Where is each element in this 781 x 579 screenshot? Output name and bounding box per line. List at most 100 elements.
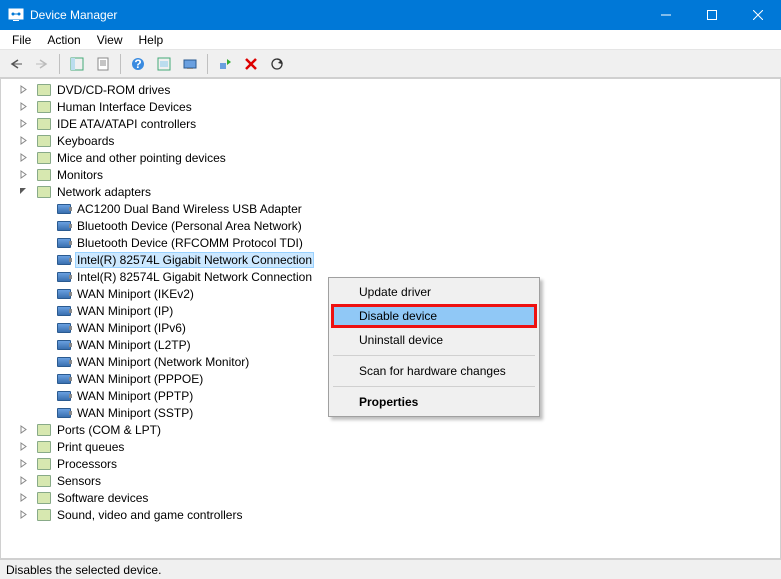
show-hide-console-tree-button[interactable] (65, 52, 89, 76)
properties-button[interactable] (91, 52, 115, 76)
tree-device[interactable]: AC1200 Dual Band Wireless USB Adapter (7, 200, 780, 217)
expand-icon[interactable] (19, 493, 33, 502)
tree-item-label: Intel(R) 82574L Gigabit Network Connecti… (75, 270, 314, 284)
menu-action[interactable]: Action (39, 31, 88, 49)
tree-category[interactable]: Keyboards (7, 132, 780, 149)
tree-item-label: Software devices (55, 491, 150, 505)
tree-device[interactable]: Intel(R) 82574L Gigabit Network Connecti… (7, 251, 780, 268)
tree-category[interactable]: Software devices (7, 489, 780, 506)
network-adapter-icon (56, 337, 72, 353)
enable-device-button[interactable] (213, 52, 237, 76)
context-menu-item[interactable]: Properties (331, 390, 537, 414)
scan-hardware-button[interactable] (265, 52, 289, 76)
back-button[interactable] (4, 52, 28, 76)
tree-category[interactable]: Ports (COM & LPT) (7, 421, 780, 438)
tree-category[interactable]: IDE ATA/ATAPI controllers (7, 115, 780, 132)
expand-icon[interactable] (19, 459, 33, 468)
network-adapter-icon (56, 371, 72, 387)
network-adapter-icon (56, 286, 72, 302)
context-menu: Update driverDisable deviceUninstall dev… (328, 277, 540, 417)
tree-item-label: Processors (55, 457, 119, 471)
menubar: File Action View Help (0, 30, 781, 50)
expand-icon[interactable] (19, 102, 33, 111)
tree-category[interactable]: Processors (7, 455, 780, 472)
tree-item-label: WAN Miniport (IP) (75, 304, 175, 318)
category-icon (36, 456, 52, 472)
svg-text:?: ? (134, 57, 141, 71)
category-icon (36, 184, 52, 200)
tree-item-label: Keyboards (55, 134, 116, 148)
network-adapter-icon (56, 218, 72, 234)
tree-item-label: WAN Miniport (Network Monitor) (75, 355, 251, 369)
menu-help[interactable]: Help (131, 31, 172, 49)
expand-icon[interactable] (19, 119, 33, 128)
expand-icon[interactable] (19, 425, 33, 434)
maximize-button[interactable] (689, 0, 735, 30)
expand-icon[interactable] (19, 476, 33, 485)
expand-icon[interactable] (19, 442, 33, 451)
tree-category[interactable]: Monitors (7, 166, 780, 183)
toolbar-separator (59, 54, 60, 74)
tree-item-label: Sound, video and game controllers (55, 508, 244, 522)
context-menu-item[interactable]: Disable device (331, 304, 537, 328)
minimize-button[interactable] (643, 0, 689, 30)
expand-icon[interactable] (19, 170, 33, 179)
tree-item-label: WAN Miniport (PPPOE) (75, 372, 205, 386)
network-adapter-icon (56, 320, 72, 336)
menu-separator (333, 386, 535, 387)
tree-category[interactable]: Sensors (7, 472, 780, 489)
tree-item-label: DVD/CD-ROM drives (55, 83, 172, 97)
status-text: Disables the selected device. (6, 563, 161, 577)
network-adapter-icon (56, 354, 72, 370)
tree-category[interactable]: Print queues (7, 438, 780, 455)
tree-category[interactable]: Human Interface Devices (7, 98, 780, 115)
context-menu-item[interactable]: Update driver (331, 280, 537, 304)
update-driver-button[interactable] (178, 52, 202, 76)
uninstall-device-button[interactable] (239, 52, 263, 76)
tree-category[interactable]: Sound, video and game controllers (7, 506, 780, 523)
category-icon (36, 507, 52, 523)
collapse-icon[interactable] (19, 187, 33, 196)
network-adapter-icon (56, 388, 72, 404)
category-icon (36, 422, 52, 438)
category-icon (36, 82, 52, 98)
network-adapter-icon (56, 252, 72, 268)
tree-item-label: Sensors (55, 474, 103, 488)
tree-item-label: WAN Miniport (IKEv2) (75, 287, 196, 301)
tree-category[interactable]: Network adapters (7, 183, 780, 200)
tree-device[interactable]: Bluetooth Device (RFCOMM Protocol TDI) (7, 234, 780, 251)
tree-category[interactable]: Mice and other pointing devices (7, 149, 780, 166)
network-adapter-icon (56, 201, 72, 217)
menu-separator (333, 355, 535, 356)
expand-icon[interactable] (19, 136, 33, 145)
menu-file[interactable]: File (4, 31, 39, 49)
statusbar: Disables the selected device. (0, 559, 781, 579)
category-icon (36, 439, 52, 455)
toolbar: ? (0, 50, 781, 78)
tree-item-label: Human Interface Devices (55, 100, 194, 114)
help-button[interactable]: ? (126, 52, 150, 76)
tree-item-label: WAN Miniport (SSTP) (75, 406, 195, 420)
tree-item-label: Bluetooth Device (RFCOMM Protocol TDI) (75, 236, 305, 250)
toolbar-separator (120, 54, 121, 74)
close-button[interactable] (735, 0, 781, 30)
show-hidden-button[interactable] (152, 52, 176, 76)
context-menu-item[interactable]: Uninstall device (331, 328, 537, 352)
category-icon (36, 473, 52, 489)
tree-item-label: Ports (COM & LPT) (55, 423, 163, 437)
menu-view[interactable]: View (89, 31, 131, 49)
tree-item-label: Network adapters (55, 185, 153, 199)
tree-item-label: Bluetooth Device (Personal Area Network) (75, 219, 304, 233)
expand-icon[interactable] (19, 510, 33, 519)
context-menu-item[interactable]: Scan for hardware changes (331, 359, 537, 383)
expand-icon[interactable] (19, 153, 33, 162)
tree-category[interactable]: DVD/CD-ROM drives (7, 81, 780, 98)
forward-button[interactable] (30, 52, 54, 76)
category-icon (36, 167, 52, 183)
network-adapter-icon (56, 303, 72, 319)
tree-device[interactable]: Bluetooth Device (Personal Area Network) (7, 217, 780, 234)
tree-item-label: Intel(R) 82574L Gigabit Network Connecti… (75, 252, 314, 268)
app-icon (8, 7, 24, 23)
expand-icon[interactable] (19, 85, 33, 94)
toolbar-separator (207, 54, 208, 74)
